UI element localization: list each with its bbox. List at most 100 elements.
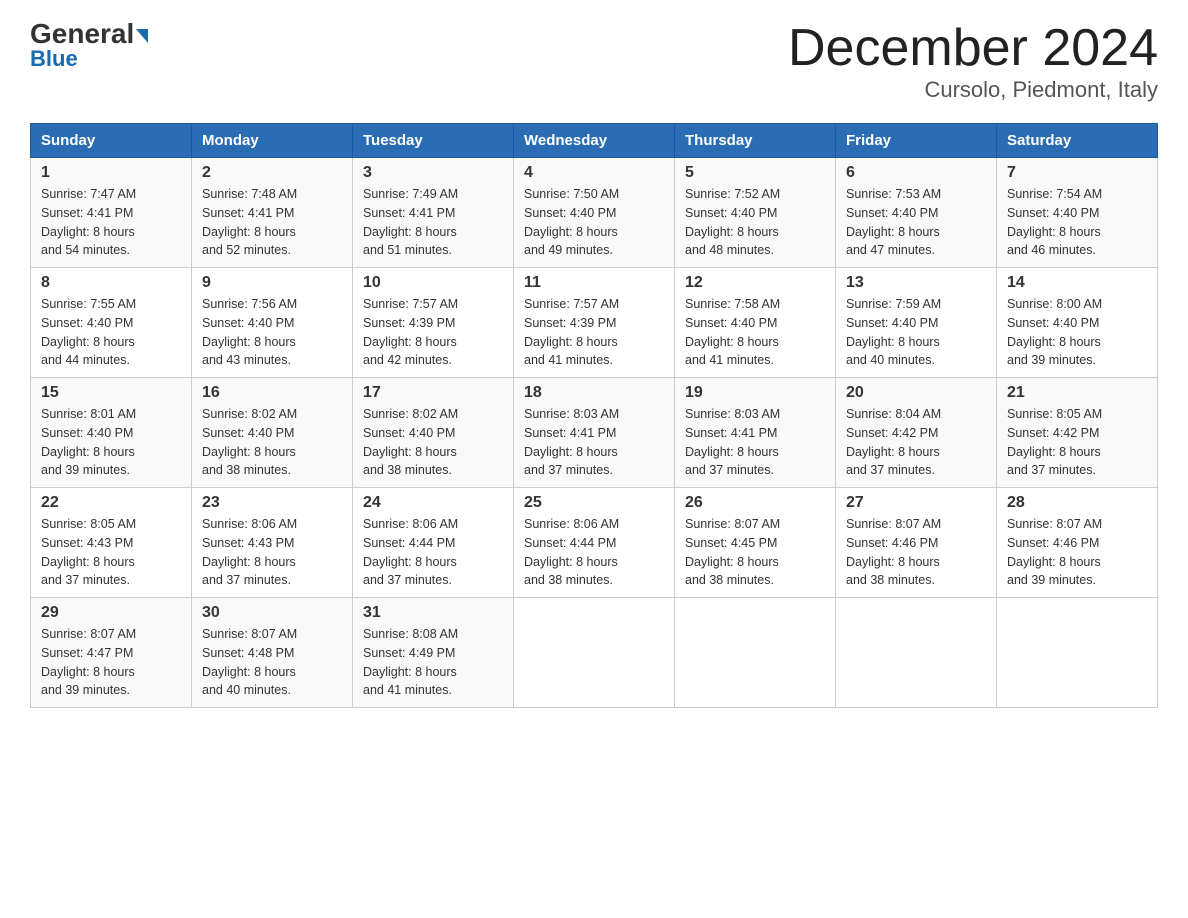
day-number: 24 <box>363 494 503 512</box>
day-number: 28 <box>1007 494 1147 512</box>
day-number: 3 <box>363 164 503 182</box>
day-info: Sunrise: 7:49 AMSunset: 4:41 PMDaylight:… <box>363 185 503 260</box>
day-info: Sunrise: 7:50 AMSunset: 4:40 PMDaylight:… <box>524 185 664 260</box>
day-number: 5 <box>685 164 825 182</box>
calendar-cell: 9 Sunrise: 7:56 AMSunset: 4:40 PMDaylight… <box>192 268 353 378</box>
calendar-cell: 8 Sunrise: 7:55 AMSunset: 4:40 PMDaylight… <box>31 268 192 378</box>
calendar-cell: 3 Sunrise: 7:49 AMSunset: 4:41 PMDaylight… <box>353 158 514 268</box>
calendar-title: December 2024 <box>788 20 1158 77</box>
header-row: SundayMondayTuesdayWednesdayThursdayFrid… <box>31 124 1158 158</box>
day-number: 6 <box>846 164 986 182</box>
calendar-cell: 21 Sunrise: 8:05 AMSunset: 4:42 PMDayligh… <box>997 378 1158 488</box>
week-row-4: 22 Sunrise: 8:05 AMSunset: 4:43 PMDayligh… <box>31 488 1158 598</box>
day-info: Sunrise: 8:06 AMSunset: 4:44 PMDaylight:… <box>524 515 664 590</box>
logo-blue: Blue <box>30 46 78 72</box>
day-number: 13 <box>846 274 986 292</box>
day-number: 11 <box>524 274 664 292</box>
day-info: Sunrise: 7:58 AMSunset: 4:40 PMDaylight:… <box>685 295 825 370</box>
day-info: Sunrise: 7:57 AMSunset: 4:39 PMDaylight:… <box>363 295 503 370</box>
day-info: Sunrise: 8:07 AMSunset: 4:45 PMDaylight:… <box>685 515 825 590</box>
calendar-cell: 20 Sunrise: 8:04 AMSunset: 4:42 PMDayligh… <box>836 378 997 488</box>
day-number: 29 <box>41 604 181 622</box>
calendar-cell: 12 Sunrise: 7:58 AMSunset: 4:40 PMDayligh… <box>675 268 836 378</box>
calendar-cell: 7Sunrise: 7:54 AMSunset: 4:40 PMDaylight… <box>997 158 1158 268</box>
day-number: 22 <box>41 494 181 512</box>
week-row-1: 1 Sunrise: 7:47 AMSunset: 4:41 PMDaylight… <box>31 158 1158 268</box>
day-info: Sunrise: 8:00 AMSunset: 4:40 PMDaylight:… <box>1007 295 1147 370</box>
day-info: Sunrise: 8:03 AMSunset: 4:41 PMDaylight:… <box>685 405 825 480</box>
day-number: 8 <box>41 274 181 292</box>
day-info: Sunrise: 8:08 AMSunset: 4:49 PMDaylight:… <box>363 625 503 700</box>
day-info: Sunrise: 8:04 AMSunset: 4:42 PMDaylight:… <box>846 405 986 480</box>
day-header-monday: Monday <box>192 124 353 158</box>
calendar-cell: 15 Sunrise: 8:01 AMSunset: 4:40 PMDayligh… <box>31 378 192 488</box>
day-number: 9 <box>202 274 342 292</box>
calendar-cell: 14 Sunrise: 8:00 AMSunset: 4:40 PMDayligh… <box>997 268 1158 378</box>
day-number: 18 <box>524 384 664 402</box>
calendar-cell: 19 Sunrise: 8:03 AMSunset: 4:41 PMDayligh… <box>675 378 836 488</box>
day-number: 2 <box>202 164 342 182</box>
day-info: Sunrise: 8:07 AMSunset: 4:46 PMDaylight:… <box>846 515 986 590</box>
calendar-cell: 30Sunrise: 8:07 AMSunset: 4:48 PMDayligh… <box>192 598 353 708</box>
day-number: 1 <box>41 164 181 182</box>
day-number: 20 <box>846 384 986 402</box>
day-number: 7 <box>1007 164 1147 182</box>
day-info: Sunrise: 8:02 AMSunset: 4:40 PMDaylight:… <box>363 405 503 480</box>
calendar-cell: 26 Sunrise: 8:07 AMSunset: 4:45 PMDayligh… <box>675 488 836 598</box>
calendar-cell: 11 Sunrise: 7:57 AMSunset: 4:39 PMDayligh… <box>514 268 675 378</box>
day-info: Sunrise: 7:55 AMSunset: 4:40 PMDaylight:… <box>41 295 181 370</box>
day-number: 15 <box>41 384 181 402</box>
day-info: Sunrise: 7:59 AMSunset: 4:40 PMDaylight:… <box>846 295 986 370</box>
week-row-3: 15 Sunrise: 8:01 AMSunset: 4:40 PMDayligh… <box>31 378 1158 488</box>
day-info: Sunrise: 8:07 AMSunset: 4:47 PMDaylight:… <box>41 625 181 700</box>
page-header: General Blue December 2024 Cursolo, Pied… <box>30 20 1158 103</box>
day-info: Sunrise: 8:03 AMSunset: 4:41 PMDaylight:… <box>524 405 664 480</box>
day-number: 16 <box>202 384 342 402</box>
calendar-cell: 29 Sunrise: 8:07 AMSunset: 4:47 PMDayligh… <box>31 598 192 708</box>
day-number: 31 <box>363 604 503 622</box>
day-info: Sunrise: 7:56 AMSunset: 4:40 PMDaylight:… <box>202 295 342 370</box>
day-number: 17 <box>363 384 503 402</box>
day-info: Sunrise: 7:53 AMSunset: 4:40 PMDaylight:… <box>846 185 986 260</box>
calendar-subtitle: Cursolo, Piedmont, Italy <box>788 77 1158 103</box>
day-number: 27 <box>846 494 986 512</box>
calendar-cell <box>514 598 675 708</box>
day-header-friday: Friday <box>836 124 997 158</box>
calendar-cell <box>836 598 997 708</box>
calendar-cell: 18 Sunrise: 8:03 AMSunset: 4:41 PMDayligh… <box>514 378 675 488</box>
day-info: Sunrise: 7:57 AMSunset: 4:39 PMDaylight:… <box>524 295 664 370</box>
day-number: 30 <box>202 604 342 622</box>
day-info: Sunrise: 8:06 AMSunset: 4:43 PMDaylight:… <box>202 515 342 590</box>
calendar-cell: 31 Sunrise: 8:08 AMSunset: 4:49 PMDayligh… <box>353 598 514 708</box>
day-info: Sunrise: 8:06 AMSunset: 4:44 PMDaylight:… <box>363 515 503 590</box>
calendar-table: SundayMondayTuesdayWednesdayThursdayFrid… <box>30 123 1158 708</box>
calendar-cell: 17 Sunrise: 8:02 AMSunset: 4:40 PMDayligh… <box>353 378 514 488</box>
day-number: 23 <box>202 494 342 512</box>
day-info: Sunrise: 7:47 AMSunset: 4:41 PMDaylight:… <box>41 185 181 260</box>
calendar-cell: 25 Sunrise: 8:06 AMSunset: 4:44 PMDayligh… <box>514 488 675 598</box>
day-number: 25 <box>524 494 664 512</box>
calendar-cell: 23 Sunrise: 8:06 AMSunset: 4:43 PMDayligh… <box>192 488 353 598</box>
day-number: 4 <box>524 164 664 182</box>
calendar-cell: 22 Sunrise: 8:05 AMSunset: 4:43 PMDayligh… <box>31 488 192 598</box>
calendar-cell: 24 Sunrise: 8:06 AMSunset: 4:44 PMDayligh… <box>353 488 514 598</box>
day-header-tuesday: Tuesday <box>353 124 514 158</box>
day-info: Sunrise: 8:05 AMSunset: 4:43 PMDaylight:… <box>41 515 181 590</box>
day-number: 21 <box>1007 384 1147 402</box>
day-number: 12 <box>685 274 825 292</box>
day-info: Sunrise: 8:05 AMSunset: 4:42 PMDaylight:… <box>1007 405 1147 480</box>
day-info: Sunrise: 7:52 AMSunset: 4:40 PMDaylight:… <box>685 185 825 260</box>
calendar-cell: 13 Sunrise: 7:59 AMSunset: 4:40 PMDayligh… <box>836 268 997 378</box>
calendar-cell: 1 Sunrise: 7:47 AMSunset: 4:41 PMDaylight… <box>31 158 192 268</box>
day-info: Sunrise: 8:01 AMSunset: 4:40 PMDaylight:… <box>41 405 181 480</box>
calendar-cell <box>675 598 836 708</box>
calendar-cell: 27 Sunrise: 8:07 AMSunset: 4:46 PMDayligh… <box>836 488 997 598</box>
day-header-thursday: Thursday <box>675 124 836 158</box>
week-row-5: 29 Sunrise: 8:07 AMSunset: 4:47 PMDayligh… <box>31 598 1158 708</box>
calendar-cell: 2Sunrise: 7:48 AMSunset: 4:41 PMDaylight… <box>192 158 353 268</box>
day-info: Sunrise: 8:02 AMSunset: 4:40 PMDaylight:… <box>202 405 342 480</box>
logo-triangle-icon <box>136 29 148 43</box>
day-number: 19 <box>685 384 825 402</box>
day-number: 14 <box>1007 274 1147 292</box>
day-number: 26 <box>685 494 825 512</box>
